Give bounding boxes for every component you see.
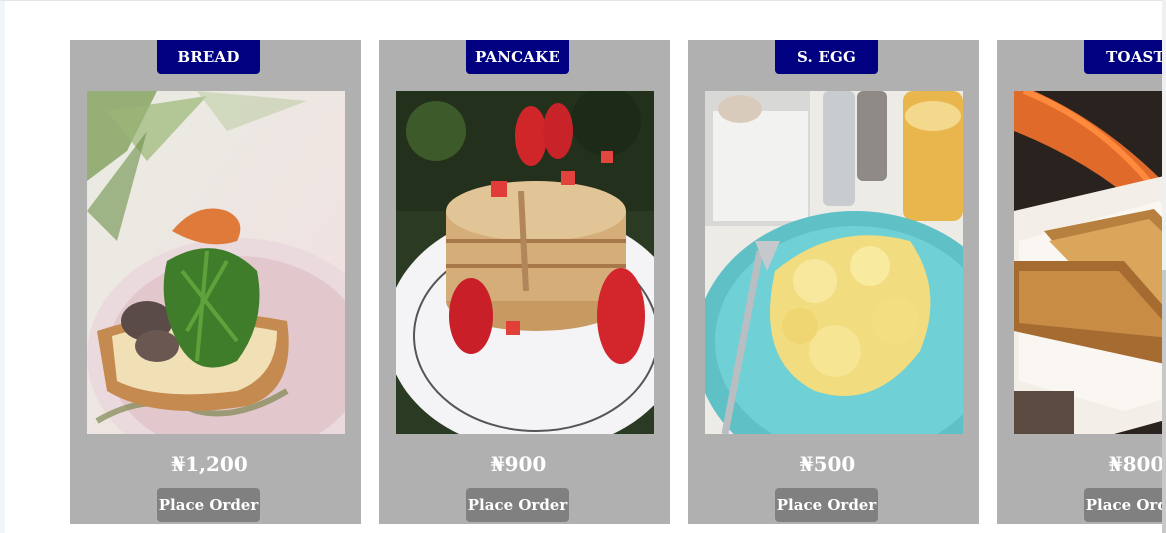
- product-price: ₦800: [1108, 452, 1162, 476]
- product-card-pancake: PANCAKE ₦900 Place Order: [379, 40, 670, 524]
- product-name-badge: S. EGG: [775, 40, 878, 74]
- place-order-button[interactable]: Place Order: [1084, 488, 1162, 522]
- product-price: ₦1,200: [171, 452, 248, 476]
- product-carousel: BREAD ₦1,200 Place Order PANCAKE ₦900 Pl…: [0, 0, 1162, 533]
- pancake-photo: [396, 91, 654, 434]
- product-name-badge: BREAD: [157, 40, 260, 74]
- product-price: ₦500: [799, 452, 856, 476]
- bread-photo: [87, 91, 345, 434]
- place-order-button[interactable]: Place Order: [466, 488, 569, 522]
- scrambled-egg-photo: [705, 91, 963, 434]
- product-name-badge: TOAST: [1084, 40, 1162, 74]
- product-card-scrambled-egg: S. EGG ₦500 Place Order: [688, 40, 979, 524]
- vertical-scrollbar[interactable]: [1162, 0, 1166, 533]
- product-price: ₦900: [490, 452, 547, 476]
- product-name-badge: PANCAKE: [466, 40, 569, 74]
- place-order-button[interactable]: Place Order: [157, 488, 260, 522]
- product-card-bread: BREAD ₦1,200 Place Order: [70, 40, 361, 524]
- scrollbar-thumb[interactable]: [1162, 270, 1166, 533]
- product-card-toast: TOAST ₦800 Place Order: [997, 40, 1162, 524]
- toast-photo: [1014, 91, 1162, 434]
- place-order-button[interactable]: Place Order: [775, 488, 878, 522]
